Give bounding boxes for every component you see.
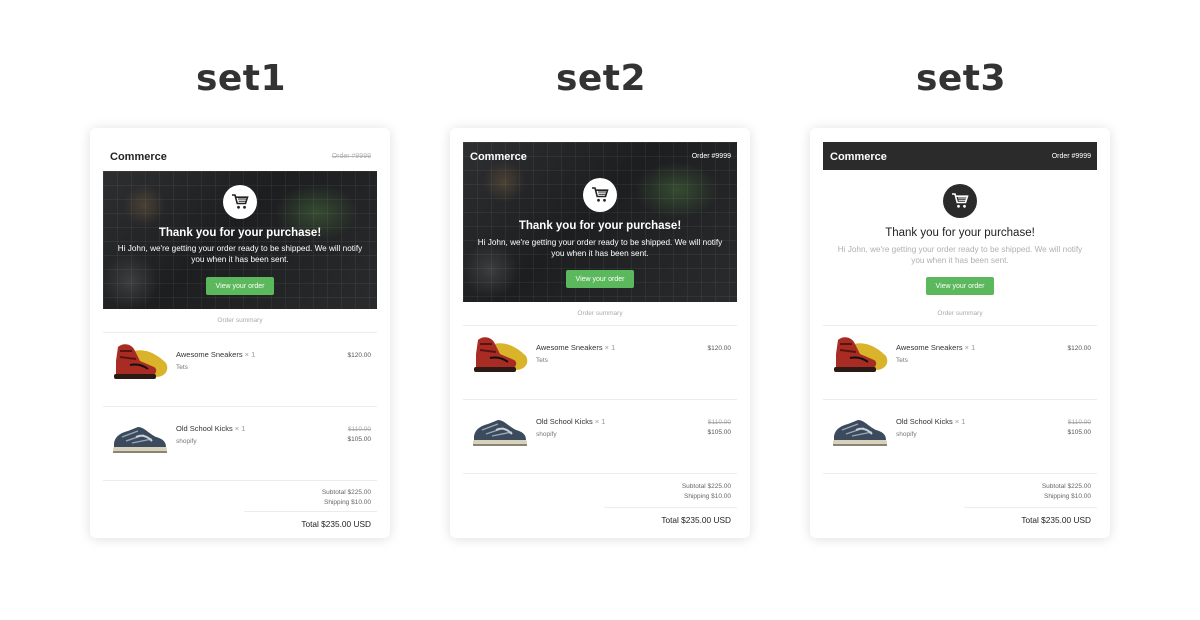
item-vendor: shopify <box>176 438 197 445</box>
item-name: Awesome Sneakers × 1 <box>536 343 616 352</box>
list-item: Old School Kicks × 1 shopify $110.00 $105… <box>103 407 377 481</box>
view-order-button[interactable]: View your order <box>926 277 994 295</box>
divider <box>244 511 377 512</box>
list-item: Awesome Sneakers × 1 Tets $120.00 <box>463 326 737 400</box>
order-summary-label: Order summary <box>217 317 263 324</box>
hero-title: Thank you for your purchase! <box>518 220 682 232</box>
list-item: Old School Kicks × 1 shopify $110.00 $105… <box>823 400 1097 474</box>
brand-name: Commerce <box>110 151 167 163</box>
list-item: Old School Kicks × 1 shopify $110.00 $105… <box>463 400 737 474</box>
hero-banner: Thank you for your purchase! Hi John, we… <box>823 170 1097 302</box>
order-totals: Subtotal $225.00 Shipping $10.00 <box>682 482 731 502</box>
item-name: Awesome Sneakers × 1 <box>896 343 976 352</box>
email-header: Commerce Order #9999 <box>103 142 377 172</box>
divider <box>964 507 1097 508</box>
hero-message: Hi John, we're getting your order ready … <box>117 244 363 264</box>
cart-icon <box>583 178 617 212</box>
item-price: $120.00 <box>707 345 732 352</box>
divider <box>463 473 737 474</box>
navy-running-shoe-image <box>113 427 167 453</box>
order-number: Order #9999 <box>691 153 731 160</box>
item-name: Old School Kicks × 1 <box>536 417 606 426</box>
item-vendor: shopify <box>536 431 557 438</box>
order-number: Order #9999 <box>331 153 371 160</box>
order-summary-label: Order summary <box>577 310 623 317</box>
brand-name: Commerce <box>830 151 887 163</box>
order-number: Order #9999 <box>1051 153 1091 160</box>
hero-message: Hi John, we're getting your order ready … <box>477 238 723 258</box>
item-price: $110.00 $105.00 <box>1067 419 1092 436</box>
navy-running-shoe-image <box>833 420 887 446</box>
hero-banner: Commerce Order #9999 Thank you for your … <box>463 142 737 302</box>
item-price: $120.00 <box>1067 345 1092 352</box>
item-vendor: Tets <box>176 364 188 371</box>
subtotal: Subtotal $225.00 <box>1041 483 1091 490</box>
item-name: Awesome Sneakers × 1 <box>176 350 256 359</box>
email-header: Commerce Order #9999 <box>463 142 737 172</box>
brand-name: Commerce <box>470 151 527 163</box>
shipping: Shipping $10.00 <box>324 499 371 506</box>
divider <box>823 473 1097 474</box>
hero-message: Hi John, we're getting your order ready … <box>837 245 1083 265</box>
shipping: Shipping $10.00 <box>684 493 731 500</box>
email-card-set1: Commerce Order #9999 Thank you for your … <box>90 128 390 538</box>
cart-icon <box>223 185 257 219</box>
subtotal: Subtotal $225.00 <box>321 489 371 496</box>
list-item: Awesome Sneakers × 1 Tets $120.00 <box>103 333 377 407</box>
order-summary-label: Order summary <box>937 310 983 317</box>
red-high-top-sneaker-image <box>834 337 888 372</box>
email-card-set2: Commerce Order #9999 Thank you for your … <box>450 128 750 538</box>
item-vendor: Tets <box>536 357 548 364</box>
divider <box>103 480 377 481</box>
set3-title: set3 <box>915 58 1007 99</box>
subtotal: Subtotal $225.00 <box>681 483 731 490</box>
set1-title: set1 <box>195 58 287 99</box>
order-totals: Subtotal $225.00 Shipping $10.00 <box>322 488 371 508</box>
item-vendor: shopify <box>896 431 917 438</box>
divider <box>604 507 737 508</box>
red-high-top-sneaker-image <box>114 344 168 379</box>
navy-running-shoe-image <box>473 420 527 446</box>
item-price: $110.00 $105.00 <box>347 426 372 443</box>
order-total: Total $235.00 USD <box>661 515 731 525</box>
item-name: Old School Kicks × 1 <box>896 417 966 426</box>
hero-banner: Thank you for your purchase! Hi John, we… <box>103 171 377 309</box>
item-name: Old School Kicks × 1 <box>176 424 246 433</box>
order-total: Total $235.00 USD <box>301 519 371 529</box>
order-total: Total $235.00 USD <box>1021 515 1091 525</box>
item-vendor: Tets <box>896 357 908 364</box>
set2-title: set2 <box>555 58 647 99</box>
list-item: Awesome Sneakers × 1 Tets $120.00 <box>823 326 1097 400</box>
red-high-top-sneaker-image <box>474 337 528 372</box>
view-order-button[interactable]: View your order <box>206 277 274 295</box>
cart-icon <box>943 184 977 218</box>
hero-title: Thank you for your purchase! <box>885 227 1035 239</box>
item-price: $110.00 $105.00 <box>707 419 732 436</box>
order-totals: Subtotal $225.00 Shipping $10.00 <box>1042 482 1091 502</box>
item-price: $120.00 <box>347 352 372 359</box>
hero-title: Thank you for your purchase! <box>158 227 322 239</box>
email-header: Commerce Order #9999 <box>823 142 1097 170</box>
shipping: Shipping $10.00 <box>1044 493 1091 500</box>
view-order-button[interactable]: View your order <box>566 270 634 288</box>
email-card-set3: Commerce Order #9999 Thank you for your … <box>810 128 1110 538</box>
